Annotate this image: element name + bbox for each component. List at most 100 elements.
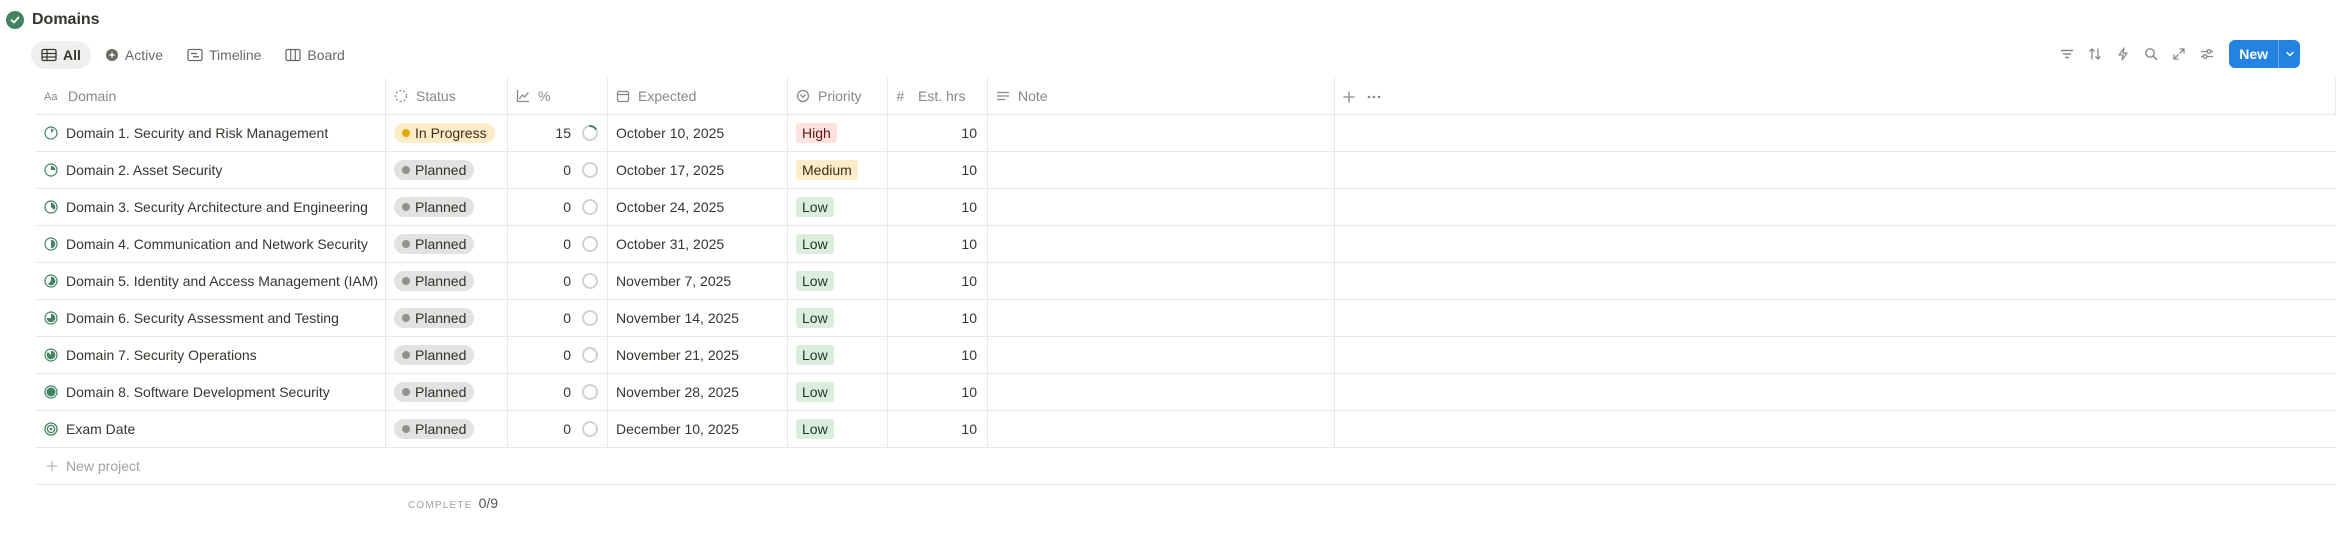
expected-date-cell[interactable]: October 31, 2025 bbox=[608, 226, 788, 262]
percent-cell[interactable]: 15 bbox=[508, 115, 608, 151]
status-label: Planned bbox=[415, 162, 467, 178]
table-row[interactable]: Domain 7. Security Operations Planned 0 Nov… bbox=[36, 337, 2336, 374]
percent-cell[interactable]: 0 bbox=[508, 300, 608, 336]
percent-cell[interactable]: 0 bbox=[508, 226, 608, 262]
expand-button[interactable] bbox=[2165, 40, 2193, 68]
note-cell[interactable] bbox=[988, 152, 1335, 188]
table-row[interactable]: Exam Date Planned 0 December 10, 2025 Low 10 bbox=[36, 411, 2336, 448]
search-button[interactable] bbox=[2137, 40, 2165, 68]
table-row[interactable]: Domain 2. Asset Security Planned 0 October … bbox=[36, 152, 2336, 189]
status-cell[interactable]: In Progress bbox=[386, 115, 508, 151]
priority-cell[interactable]: Low bbox=[788, 189, 888, 225]
column-header-priority[interactable]: Priority bbox=[788, 78, 888, 114]
complete-summary[interactable]: COMPLETE 0/9 bbox=[408, 495, 498, 511]
more-icon[interactable] bbox=[1366, 90, 1382, 104]
expected-date-cell[interactable]: November 14, 2025 bbox=[608, 300, 788, 336]
new-dropdown-button[interactable] bbox=[2278, 40, 2300, 68]
domain-cell[interactable]: Domain 3. Security Architecture and Engi… bbox=[36, 189, 386, 225]
status-cell[interactable]: Planned bbox=[386, 337, 508, 373]
status-cell[interactable]: Planned bbox=[386, 374, 508, 410]
est-hrs-cell[interactable]: 10 bbox=[888, 152, 988, 188]
table-row[interactable]: Domain 6. Security Assessment and Testin… bbox=[36, 300, 2336, 337]
priority-cell[interactable]: Low bbox=[788, 226, 888, 262]
page-header: Domains bbox=[6, 9, 100, 31]
filter-button[interactable] bbox=[2053, 40, 2081, 68]
tab-active[interactable]: Active bbox=[95, 41, 173, 69]
priority-cell[interactable]: High bbox=[788, 115, 888, 151]
table-row[interactable]: Domain 5. Identity and Access Management… bbox=[36, 263, 2336, 300]
column-header-note[interactable]: Note bbox=[988, 78, 1335, 114]
column-header-est-hrs[interactable]: # Est. hrs bbox=[888, 78, 988, 114]
note-cell[interactable] bbox=[988, 374, 1335, 410]
note-cell[interactable] bbox=[988, 263, 1335, 299]
note-cell[interactable] bbox=[988, 411, 1335, 447]
expected-date-cell[interactable]: December 10, 2025 bbox=[608, 411, 788, 447]
est-hrs-cell[interactable]: 10 bbox=[888, 411, 988, 447]
status-cell[interactable]: Planned bbox=[386, 300, 508, 336]
percent-cell[interactable]: 0 bbox=[508, 337, 608, 373]
status-cell[interactable]: Planned bbox=[386, 263, 508, 299]
table-row[interactable]: Domain 1. Security and Risk Management In… bbox=[36, 115, 2336, 152]
expected-date-cell[interactable]: November 21, 2025 bbox=[608, 337, 788, 373]
expected-date-cell[interactable]: November 28, 2025 bbox=[608, 374, 788, 410]
sort-button[interactable] bbox=[2081, 40, 2109, 68]
domain-cell[interactable]: Domain 1. Security and Risk Management bbox=[36, 115, 386, 151]
plus-icon[interactable] bbox=[1342, 90, 1356, 104]
note-cell[interactable] bbox=[988, 300, 1335, 336]
column-header-percent[interactable]: % bbox=[508, 78, 608, 114]
domain-cell[interactable]: Domain 5. Identity and Access Management… bbox=[36, 263, 386, 299]
percent-cell[interactable]: 0 bbox=[508, 411, 608, 447]
domain-cell[interactable]: Domain 4. Communication and Network Secu… bbox=[36, 226, 386, 262]
est-hrs-value: 10 bbox=[961, 310, 977, 326]
expected-date-cell[interactable]: October 17, 2025 bbox=[608, 152, 788, 188]
priority-cell[interactable]: Low bbox=[788, 411, 888, 447]
est-hrs-cell[interactable]: 10 bbox=[888, 226, 988, 262]
percent-cell[interactable]: 0 bbox=[508, 152, 608, 188]
status-cell[interactable]: Planned bbox=[386, 152, 508, 188]
automation-button[interactable] bbox=[2109, 40, 2137, 68]
column-header-expected[interactable]: Expected bbox=[608, 78, 788, 114]
domain-cell[interactable]: Domain 2. Asset Security bbox=[36, 152, 386, 188]
priority-cell[interactable]: Low bbox=[788, 300, 888, 336]
expected-date-cell[interactable]: October 24, 2025 bbox=[608, 189, 788, 225]
status-cell[interactable]: Planned bbox=[386, 411, 508, 447]
domain-cell[interactable]: Domain 6. Security Assessment and Testin… bbox=[36, 300, 386, 336]
table-row[interactable]: Domain 4. Communication and Network Secu… bbox=[36, 226, 2336, 263]
est-hrs-cell[interactable]: 10 bbox=[888, 337, 988, 373]
est-hrs-cell[interactable]: 10 bbox=[888, 115, 988, 151]
domain-cell[interactable]: Domain 8. Software Development Security bbox=[36, 374, 386, 410]
status-cell[interactable]: Planned bbox=[386, 189, 508, 225]
tab-timeline-label: Timeline bbox=[209, 47, 262, 63]
expected-date-cell[interactable]: November 7, 2025 bbox=[608, 263, 788, 299]
tab-board[interactable]: Board bbox=[275, 41, 354, 69]
note-cell[interactable] bbox=[988, 226, 1335, 262]
note-cell[interactable] bbox=[988, 189, 1335, 225]
priority-cell[interactable]: Low bbox=[788, 337, 888, 373]
note-cell[interactable] bbox=[988, 337, 1335, 373]
table-row[interactable]: Domain 3. Security Architecture and Engi… bbox=[36, 189, 2336, 226]
est-hrs-cell[interactable]: 10 bbox=[888, 263, 988, 299]
tab-all[interactable]: All bbox=[31, 41, 91, 69]
priority-cell[interactable]: Low bbox=[788, 374, 888, 410]
progress-pie-icon bbox=[44, 200, 58, 214]
tab-timeline[interactable]: Timeline bbox=[177, 41, 271, 69]
new-button-label[interactable]: New bbox=[2229, 40, 2278, 68]
expected-date-cell[interactable]: October 10, 2025 bbox=[608, 115, 788, 151]
domain-cell[interactable]: Exam Date bbox=[36, 411, 386, 447]
est-hrs-cell[interactable]: 10 bbox=[888, 300, 988, 336]
domain-cell[interactable]: Domain 7. Security Operations bbox=[36, 337, 386, 373]
percent-cell[interactable]: 0 bbox=[508, 374, 608, 410]
table-row[interactable]: Domain 8. Software Development Security P… bbox=[36, 374, 2336, 411]
est-hrs-cell[interactable]: 10 bbox=[888, 189, 988, 225]
priority-cell[interactable]: Medium bbox=[788, 152, 888, 188]
column-header-status[interactable]: Status bbox=[386, 78, 508, 114]
percent-cell[interactable]: 0 bbox=[508, 189, 608, 225]
status-cell[interactable]: Planned bbox=[386, 226, 508, 262]
column-header-domain[interactable]: Aa Domain bbox=[36, 78, 386, 114]
est-hrs-cell[interactable]: 10 bbox=[888, 374, 988, 410]
new-project-row[interactable]: New project bbox=[36, 448, 2336, 485]
settings-button[interactable] bbox=[2193, 40, 2221, 68]
percent-cell[interactable]: 0 bbox=[508, 263, 608, 299]
note-cell[interactable] bbox=[988, 115, 1335, 151]
priority-cell[interactable]: Low bbox=[788, 263, 888, 299]
